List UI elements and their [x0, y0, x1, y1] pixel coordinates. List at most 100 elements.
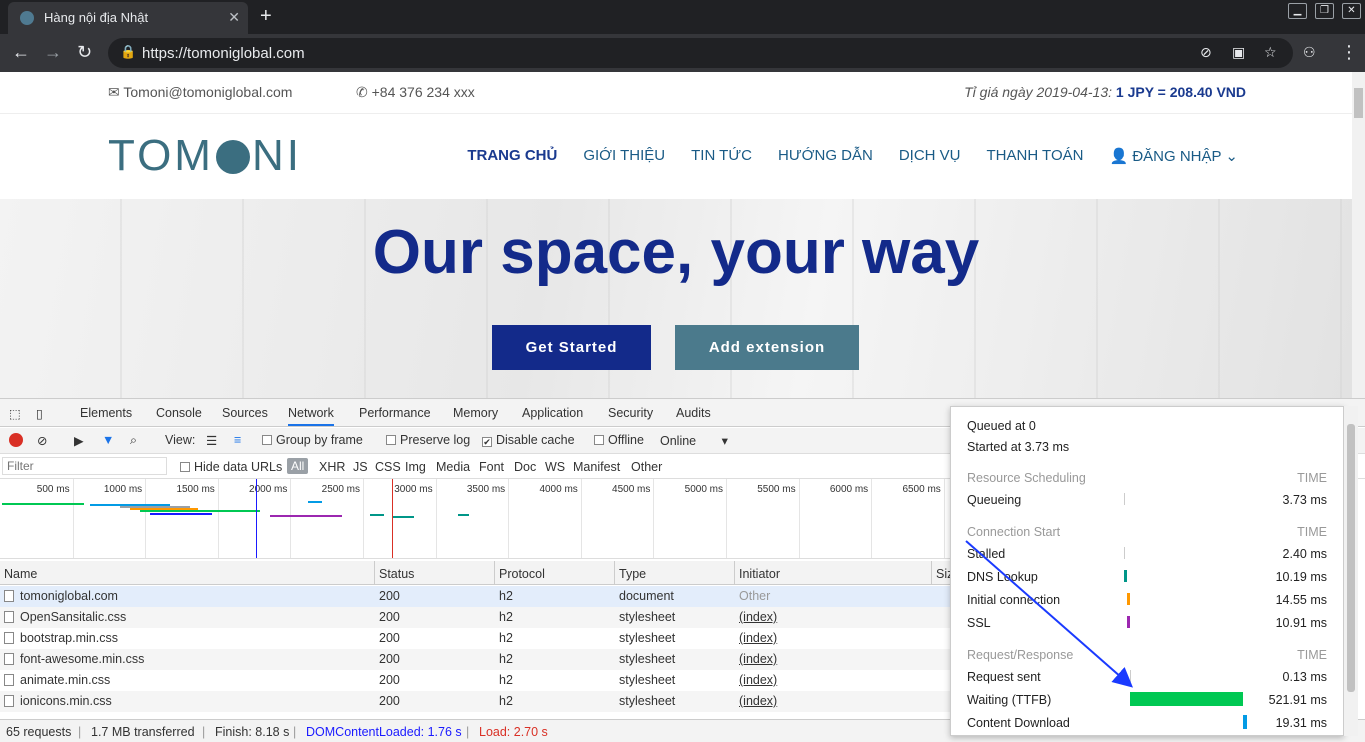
- tab-elements[interactable]: Elements: [80, 406, 132, 420]
- forward-icon[interactable]: →: [44, 42, 62, 63]
- blocked-cookie-icon[interactable]: ⊘: [1200, 44, 1212, 61]
- site-logo[interactable]: TOM NI: [108, 131, 302, 181]
- timing-scrollbar-thumb[interactable]: [1347, 424, 1355, 692]
- nav-payment[interactable]: THANH TOÁN: [987, 147, 1084, 165]
- request-name: animate.min.css: [4, 673, 110, 687]
- tab-network[interactable]: Network: [288, 406, 334, 426]
- request-initiator[interactable]: (index): [739, 694, 777, 708]
- col-status[interactable]: Status: [379, 567, 414, 581]
- request-status: 200: [379, 694, 400, 708]
- table-row[interactable]: tomoniglobal.com 200 h2 document Other: [0, 586, 950, 607]
- back-icon[interactable]: ←: [12, 42, 30, 63]
- add-extension-button[interactable]: Add extension: [675, 325, 859, 370]
- get-started-button[interactable]: Get Started: [492, 325, 651, 370]
- overview-gridline: [72, 479, 74, 558]
- page-scrollbar[interactable]: [1352, 72, 1365, 398]
- large-rows-icon[interactable]: ☰: [206, 433, 217, 448]
- minimize-icon[interactable]: ▁: [1288, 3, 1307, 19]
- filter-manifest[interactable]: Manifest: [573, 460, 620, 474]
- request-type: stylesheet: [619, 652, 676, 666]
- browser-tab[interactable]: Hàng nội địa Nhật ✕: [8, 2, 248, 34]
- window-close-icon[interactable]: ✕: [1342, 3, 1361, 19]
- extension-icon[interactable]: ⚇: [1303, 44, 1316, 61]
- tab-audits[interactable]: Audits: [676, 406, 711, 420]
- address-bar[interactable]: 🔒 https://tomoniglobal.com ⊘ ▣ ☆: [108, 38, 1293, 68]
- filter-other[interactable]: Other: [631, 460, 662, 474]
- filter-ws[interactable]: WS: [545, 460, 565, 474]
- bookmark-star-icon[interactable]: ☆: [1264, 44, 1277, 61]
- filter-all[interactable]: All: [287, 458, 309, 474]
- nav-news[interactable]: TIN TỨC: [691, 147, 752, 165]
- status-separator: |: [466, 725, 470, 739]
- throttle-select[interactable]: Online ▾: [660, 433, 728, 448]
- filter-xhr[interactable]: XHR: [319, 460, 345, 474]
- filter-img[interactable]: Img: [405, 460, 426, 474]
- tab-console[interactable]: Console: [156, 406, 202, 420]
- url-text[interactable]: https://tomoniglobal.com: [142, 45, 305, 62]
- request-initiator[interactable]: (index): [739, 652, 777, 666]
- col-divider[interactable]: [734, 561, 735, 585]
- request-initiator[interactable]: (index): [739, 610, 777, 624]
- tab-performance[interactable]: Performance: [359, 406, 431, 420]
- tab-sources[interactable]: Sources: [222, 406, 268, 420]
- request-initiator: Other: [739, 589, 771, 603]
- record-button[interactable]: [9, 433, 23, 447]
- close-icon[interactable]: ✕: [228, 9, 240, 26]
- group-by-frame-checkbox[interactable]: Group by frame: [262, 433, 363, 447]
- table-row[interactable]: font-awesome.min.css 200 h2 stylesheet (inde…: [0, 649, 950, 670]
- waterfall-icon[interactable]: ≡: [234, 433, 241, 447]
- nav-guide[interactable]: HƯỚNG DẪN: [778, 147, 873, 165]
- offline-checkbox[interactable]: Offline: [594, 433, 644, 447]
- search-icon[interactable]: ⌕: [130, 433, 137, 448]
- timing-scrollbar[interactable]: [1344, 406, 1358, 736]
- tab-application[interactable]: Application: [522, 406, 583, 420]
- nav-home[interactable]: TRANG CHỦ: [467, 147, 557, 165]
- menu-dots-icon[interactable]: ⋮: [1340, 42, 1358, 63]
- disable-cache-checkbox[interactable]: ✔ Disable cache: [482, 433, 575, 447]
- translate-icon[interactable]: ▣: [1232, 44, 1245, 61]
- browser-tab-strip: Hàng nội địa Nhật ✕ + ▁ ❐ ✕: [0, 0, 1365, 34]
- hide-data-urls-checkbox[interactable]: Hide data URLs: [180, 460, 282, 474]
- contact-email[interactable]: ✉ Tomoni@tomoniglobal.com: [108, 84, 292, 101]
- filter-css[interactable]: CSS: [375, 460, 401, 474]
- device-toggle-icon[interactable]: ▯: [36, 406, 43, 421]
- lock-icon[interactable]: 🔒: [120, 44, 136, 60]
- tab-security[interactable]: Security: [608, 406, 653, 420]
- col-type[interactable]: Type: [619, 567, 646, 581]
- col-protocol[interactable]: Protocol: [499, 567, 545, 581]
- col-divider[interactable]: [494, 561, 495, 585]
- filter-icon[interactable]: ▼: [102, 433, 114, 447]
- screenshot-icon[interactable]: ▶: [74, 433, 84, 448]
- table-row[interactable]: bootstrap.min.css 200 h2 stylesheet (index): [0, 628, 950, 649]
- filter-font[interactable]: Font: [479, 460, 504, 474]
- col-divider[interactable]: [374, 561, 375, 585]
- restore-icon[interactable]: ❐: [1315, 3, 1334, 19]
- filter-doc[interactable]: Doc: [514, 460, 536, 474]
- filter-media[interactable]: Media: [436, 460, 470, 474]
- request-initiator[interactable]: (index): [739, 673, 777, 687]
- nav-services[interactable]: DỊCH VỤ: [899, 147, 961, 165]
- new-tab-icon[interactable]: +: [260, 5, 272, 28]
- nav-login[interactable]: 👤 ĐĂNG NHẬP ⌄: [1109, 147, 1238, 165]
- inspect-icon[interactable]: ⬚: [9, 406, 21, 421]
- col-initiator[interactable]: Initiator: [739, 567, 780, 581]
- request-protocol: h2: [499, 673, 513, 687]
- contact-phone[interactable]: ✆ +84 376 234 xxx: [356, 84, 475, 101]
- page-scrollbar-thumb[interactable]: [1354, 88, 1363, 118]
- reload-icon[interactable]: ↻: [77, 42, 92, 63]
- tab-memory[interactable]: Memory: [453, 406, 498, 420]
- filter-input[interactable]: [2, 457, 167, 475]
- col-divider[interactable]: [614, 561, 615, 585]
- request-initiator[interactable]: (index): [739, 631, 777, 645]
- table-row[interactable]: ionicons.min.css 200 h2 stylesheet (index): [0, 691, 950, 712]
- col-name[interactable]: Name: [4, 567, 37, 581]
- table-row[interactable]: animate.min.css 200 h2 stylesheet (index): [0, 670, 950, 691]
- preserve-log-checkbox[interactable]: Preserve log: [386, 433, 470, 447]
- filter-js[interactable]: JS: [353, 460, 368, 474]
- time-header: TIME: [1297, 525, 1327, 539]
- nav-about[interactable]: GIỚI THIỆU: [583, 147, 665, 165]
- table-row[interactable]: OpenSansitalic.css 200 h2 stylesheet (index): [0, 607, 950, 628]
- clear-icon[interactable]: ⊘: [37, 433, 47, 448]
- network-overview[interactable]: 500 ms 1000 ms 1500 ms 2000 ms 2500 ms 3000 m…: [0, 479, 950, 559]
- col-divider[interactable]: [931, 561, 932, 585]
